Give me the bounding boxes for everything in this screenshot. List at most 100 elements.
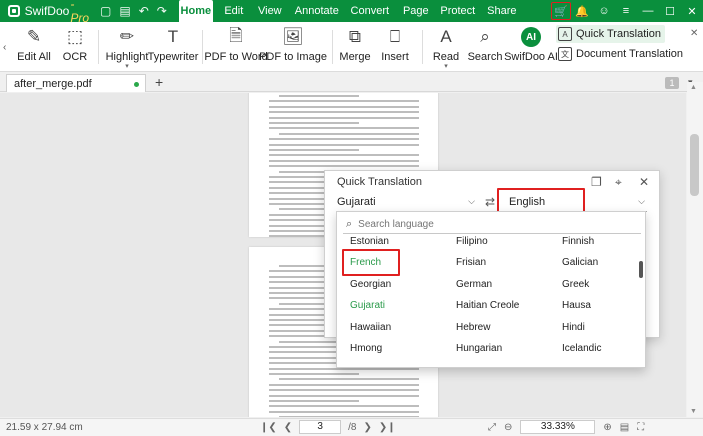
previous-page-icon[interactable]: ❮ bbox=[284, 422, 292, 433]
source-language-select[interactable]: Gujarati ⌵ bbox=[337, 192, 477, 212]
menu-annotate[interactable]: Annotate bbox=[291, 0, 343, 22]
page-size: 21.59 x 27.94 cm bbox=[6, 422, 83, 433]
undo-icon[interactable]: ↶ bbox=[139, 4, 149, 18]
bell-icon[interactable]: 🔔 bbox=[571, 0, 593, 22]
search-label: Search bbox=[467, 51, 503, 63]
swifdoo-ai-button[interactable]: AI SwifDoo AI bbox=[504, 24, 558, 63]
close-icon[interactable]: ✕ bbox=[681, 0, 703, 22]
fullscreen-icon[interactable]: ⛶ bbox=[637, 422, 644, 433]
menu-convert[interactable]: Convert bbox=[347, 0, 393, 22]
redo-icon[interactable]: ↷ bbox=[157, 4, 167, 18]
zoom-in-icon[interactable]: ⊕ bbox=[603, 422, 611, 433]
pin-icon[interactable]: ⌖ bbox=[615, 175, 622, 190]
language-option[interactable]: Filipino bbox=[456, 236, 488, 247]
language-search[interactable]: ⌕ bbox=[343, 216, 641, 234]
zoom-field[interactable]: 33.33% bbox=[520, 420, 596, 434]
page-text-line bbox=[279, 416, 419, 417]
current-page-field[interactable]: 3 bbox=[299, 420, 342, 434]
page-text-line bbox=[269, 154, 419, 157]
print-icon[interactable]: ▤ bbox=[119, 4, 130, 18]
vertical-scrollbar[interactable]: ▲ ▼ bbox=[687, 82, 703, 417]
quick-translation-button[interactable]: A Quick Translation bbox=[556, 25, 665, 43]
language-option[interactable]: Hungarian bbox=[456, 343, 502, 354]
language-option[interactable]: Hebrew bbox=[456, 322, 490, 333]
close-panel-icon[interactable]: ✕ bbox=[639, 175, 649, 189]
language-option[interactable]: Icelandic bbox=[562, 343, 601, 354]
page-text-line bbox=[269, 159, 419, 162]
menu-edit[interactable]: Edit bbox=[217, 0, 251, 22]
typewriter-icon: T bbox=[167, 27, 179, 46]
highlight-dropdown-icon[interactable]: ▾ bbox=[125, 63, 129, 70]
page-text-line bbox=[279, 132, 419, 135]
scroll-up-icon[interactable]: ▲ bbox=[690, 84, 697, 91]
page-text-line bbox=[269, 143, 419, 146]
fit-page-icon[interactable]: ⤢ bbox=[488, 422, 496, 433]
language-option[interactable]: Hindi bbox=[562, 322, 585, 333]
page-text-line bbox=[279, 95, 359, 97]
language-dropdown: ⌕ Estonian Filipino Finnish French Frisi… bbox=[336, 211, 646, 368]
next-page-icon[interactable]: ❯ bbox=[364, 422, 372, 433]
menu-page[interactable]: Page bbox=[399, 0, 433, 22]
dropdown-scrollbar-thumb[interactable] bbox=[639, 261, 643, 278]
save-icon[interactable]: ▢ bbox=[100, 4, 111, 18]
language-option-gujarati[interactable]: Gujarati bbox=[350, 300, 385, 311]
page-text-line bbox=[269, 400, 359, 402]
last-page-icon[interactable]: ❯❙ bbox=[379, 422, 396, 433]
pdf-to-image-button[interactable]: 🖼 PDF to Image bbox=[259, 24, 327, 63]
language-option[interactable]: Georgian bbox=[350, 279, 391, 290]
swifdoo-ai-label: SwifDoo AI bbox=[504, 51, 558, 63]
quick-translation-label: Quick Translation bbox=[576, 28, 661, 40]
swap-languages-icon[interactable]: ⇄ bbox=[485, 195, 495, 209]
language-option[interactable]: Hmong bbox=[350, 343, 382, 354]
typewriter-button[interactable]: T Typewriter bbox=[148, 24, 199, 63]
scrollbar-thumb[interactable] bbox=[690, 134, 699, 196]
maximize-icon[interactable]: ☐ bbox=[659, 0, 681, 22]
user-icon[interactable]: ☺ bbox=[593, 0, 615, 22]
language-option[interactable]: Galician bbox=[562, 257, 598, 268]
ribbon-left-arrow-icon[interactable]: ‹ bbox=[3, 42, 6, 53]
edit-all-button[interactable]: ✎ Edit All bbox=[16, 24, 52, 63]
language-search-input[interactable] bbox=[358, 219, 629, 230]
highlight-button[interactable]: ✏ Highlight ▾ bbox=[106, 24, 149, 70]
copy-icon[interactable]: ❐ bbox=[591, 175, 602, 189]
merge-button[interactable]: ⧉ Merge bbox=[339, 24, 371, 63]
menu-protect[interactable]: Protect bbox=[437, 0, 479, 22]
zoom-out-icon[interactable]: ⊖ bbox=[504, 422, 512, 433]
ribbon-collapse-icon[interactable]: ✕ bbox=[690, 28, 698, 39]
language-option[interactable]: Hawaiian bbox=[350, 322, 391, 333]
add-tab-button[interactable]: + bbox=[155, 74, 163, 90]
cart-icon[interactable]: 🛒 bbox=[551, 2, 571, 20]
ocr-label: OCR bbox=[62, 51, 88, 63]
menu-icon[interactable]: ≡ bbox=[615, 0, 637, 22]
app-name: SwifDoo bbox=[24, 4, 70, 18]
read-dropdown-icon[interactable]: ▾ bbox=[444, 63, 448, 70]
merge-label: Merge bbox=[339, 51, 371, 63]
scroll-down-icon[interactable]: ▼ bbox=[690, 408, 697, 415]
translate-icon: A bbox=[558, 27, 572, 41]
menu-share[interactable]: Share bbox=[485, 0, 519, 22]
first-page-icon[interactable]: ❙❮ bbox=[260, 422, 277, 433]
page-text-line bbox=[269, 127, 419, 130]
insert-button[interactable]: ⎕ Insert bbox=[380, 24, 410, 63]
view-mode-icon[interactable]: ▤ bbox=[620, 422, 629, 433]
window-controls: 🛒 🔔 ☺ ≡ — ☐ ✕ bbox=[551, 0, 703, 22]
language-option[interactable]: Haitian Creole bbox=[456, 300, 519, 311]
search-button[interactable]: ⌕ Search bbox=[467, 24, 503, 63]
language-option[interactable]: Hausa bbox=[562, 300, 591, 311]
ocr-button[interactable]: ⬚ OCR bbox=[60, 24, 90, 63]
pdf-to-word-button[interactable]: 🗎 PDF to Word bbox=[204, 24, 267, 64]
language-option[interactable]: German bbox=[456, 279, 492, 290]
menu-view[interactable]: View bbox=[253, 0, 287, 22]
language-option[interactable]: Frisian bbox=[456, 257, 486, 268]
merge-icon: ⧉ bbox=[348, 27, 362, 46]
menu-home[interactable]: Home bbox=[178, 0, 213, 22]
read-button[interactable]: A Read ▾ bbox=[432, 24, 460, 70]
page-text-line bbox=[269, 394, 419, 397]
language-option[interactable]: Greek bbox=[562, 279, 589, 290]
language-option[interactable]: Finnish bbox=[562, 236, 594, 247]
document-translation-button[interactable]: 文 Document Translation bbox=[558, 45, 683, 63]
language-option[interactable]: Estonian bbox=[350, 236, 389, 247]
quick-access-toolbar: ▢ ▤ ↶ ↷ bbox=[92, 4, 175, 18]
document-tab[interactable]: after_merge.pdf bbox=[6, 74, 146, 92]
minimize-icon[interactable]: — bbox=[637, 0, 659, 22]
